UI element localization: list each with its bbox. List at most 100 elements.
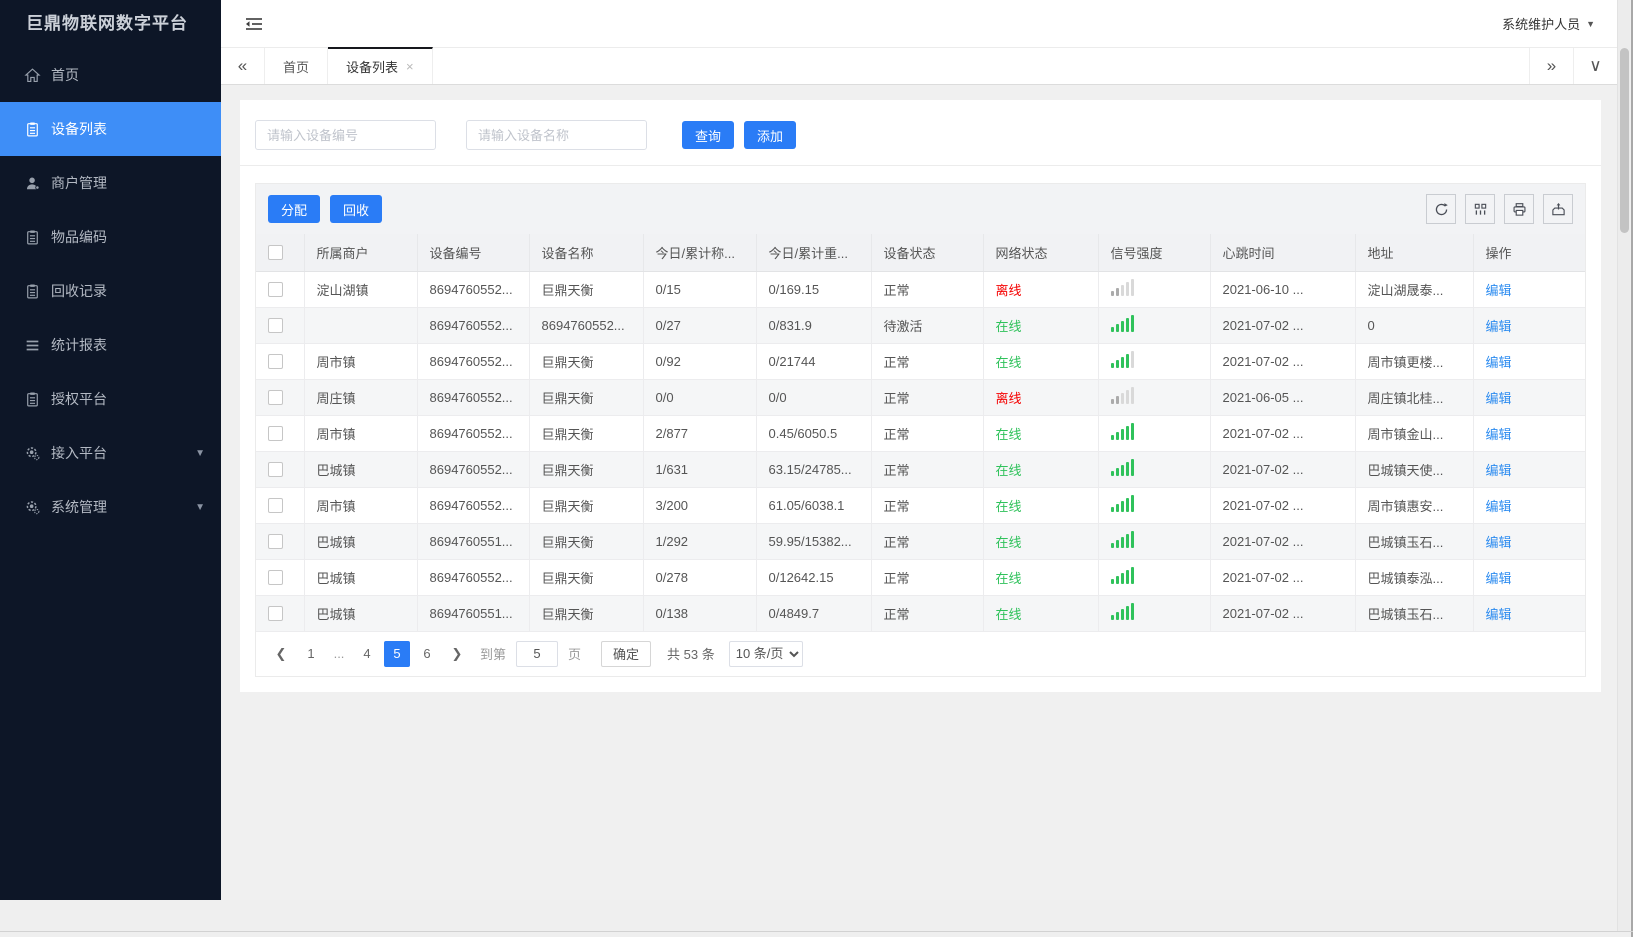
app-title: 巨鼎物联网数字平台	[26, 14, 188, 33]
add-button[interactable]: 添加	[744, 121, 797, 149]
device-no-input[interactable]	[255, 120, 436, 150]
sidebar-item-system-management[interactable]: 系统管理 ▼	[0, 480, 221, 534]
device-name-cell: 巨鼎天衡	[529, 559, 644, 596]
today-weight-cell: 0/21744	[756, 343, 872, 380]
sidebar-item-merchant-management[interactable]: 商户管理	[0, 156, 221, 210]
page-number-6[interactable]: 6	[414, 641, 440, 667]
next-page-button[interactable]: ❯	[444, 641, 470, 667]
filter-row: 查询 添加	[255, 120, 1586, 150]
row-checkbox[interactable]	[268, 462, 283, 478]
today-count-cell: 0/0	[643, 379, 757, 416]
heartbeat-cell: 2021-07-02 ...	[1210, 415, 1356, 452]
table-row: 淀山湖镇 8694760552... 巨鼎天衡 0/15 0/169.15 正常 离线 202…	[256, 271, 1585, 308]
select-all-checkbox[interactable]	[268, 245, 283, 261]
today-count-cell: 3/200	[643, 487, 757, 524]
row-checkbox[interactable]	[268, 354, 283, 370]
signal-strength-cell	[1098, 487, 1211, 524]
actions-cell: 编辑	[1473, 451, 1585, 488]
device-name-input[interactable]	[466, 120, 647, 150]
confirm-jump-button[interactable]: 确定	[601, 640, 652, 667]
edit-link[interactable]: 编辑	[1486, 319, 1512, 334]
tab-home[interactable]: 首页	[265, 48, 329, 84]
heartbeat-cell: 2021-07-02 ...	[1210, 451, 1356, 488]
columns-icon[interactable]	[1465, 194, 1495, 224]
edit-link[interactable]: 编辑	[1486, 355, 1512, 370]
address-cell: 周庄镇北桂...	[1355, 379, 1474, 416]
jump-page-input[interactable]	[516, 640, 559, 667]
actions-cell: 编辑	[1473, 343, 1585, 380]
row-checkbox[interactable]	[268, 534, 283, 550]
today-weight-cell: 59.95/15382...	[756, 523, 872, 560]
row-checkbox[interactable]	[268, 318, 283, 334]
edit-link[interactable]: 编辑	[1486, 535, 1512, 550]
tabs-menu-icon[interactable]: ∨	[1573, 48, 1617, 84]
actions-cell: 编辑	[1473, 487, 1585, 524]
print-icon[interactable]	[1504, 194, 1534, 224]
col-today-weight: 今日/累计重...	[756, 234, 872, 272]
sidebar-item-device-list[interactable]: 设备列表	[0, 102, 221, 156]
recycle-button[interactable]: 回收	[330, 195, 383, 223]
edit-link[interactable]: 编辑	[1486, 283, 1512, 298]
edit-link[interactable]: 编辑	[1486, 499, 1512, 514]
edit-link[interactable]: 编辑	[1486, 427, 1512, 442]
tab-device-list[interactable]: 设备列表 ×	[328, 47, 433, 84]
row-checkbox[interactable]	[268, 498, 283, 514]
page-number-4[interactable]: 4	[354, 641, 380, 667]
today-count-cell: 0/278	[643, 559, 757, 596]
device-status-cell: 正常	[871, 379, 984, 416]
device-status-cell: 正常	[871, 415, 984, 452]
edit-link[interactable]: 编辑	[1486, 463, 1512, 478]
total-count-label: 共 53 条	[667, 647, 715, 662]
col-device-no: 设备编号	[417, 234, 530, 272]
export-icon[interactable]	[1543, 194, 1573, 224]
today-count-cell: 2/877	[643, 415, 757, 452]
sidebar-item-statistics-report[interactable]: 统计报表	[0, 318, 221, 372]
device-no-cell: 8694760551...	[417, 595, 530, 632]
edit-link[interactable]: 编辑	[1486, 571, 1512, 586]
edit-link[interactable]: 编辑	[1486, 607, 1512, 622]
user-menu[interactable]: 系统维护人员 ▼	[1502, 14, 1595, 33]
sidebar-item-authorization-platform[interactable]: 授权平台	[0, 372, 221, 426]
today-weight-cell: 0.45/6050.5	[756, 415, 872, 452]
table-row: 8694760552... 8694760552... 0/27 0/831.9 待激活…	[256, 307, 1585, 344]
close-tab-icon[interactable]: ×	[406, 59, 414, 74]
address-cell: 巴城镇玉石...	[1355, 595, 1474, 632]
row-checkbox[interactable]	[268, 426, 283, 442]
page-number-5[interactable]: 5	[384, 640, 410, 667]
sidebar-item-item-code[interactable]: 物品编码	[0, 210, 221, 264]
page-size-select[interactable]: 10 条/页	[728, 640, 803, 667]
today-weight-cell: 0/12642.15	[756, 559, 872, 596]
merchant-cell: 周市镇	[304, 343, 418, 380]
row-checkbox[interactable]	[268, 570, 283, 586]
scrollbar[interactable]	[1617, 0, 1630, 931]
sidebar-item-recycle-records[interactable]: 回收记录	[0, 264, 221, 318]
sidebar-item-access-platform[interactable]: 接入平台 ▼	[0, 426, 221, 480]
signal-strength-cell	[1098, 271, 1211, 308]
prev-page-button[interactable]: ❮	[268, 641, 294, 667]
refresh-icon[interactable]	[1426, 194, 1456, 224]
row-checkbox[interactable]	[268, 390, 283, 406]
collapse-sidebar-icon[interactable]	[243, 15, 265, 33]
page-number-1[interactable]: 1	[298, 641, 324, 667]
row-checkbox[interactable]	[268, 606, 283, 622]
device-status-cell: 正常	[871, 523, 984, 560]
toolbar-icons	[1426, 194, 1573, 224]
assign-button[interactable]: 分配	[268, 195, 321, 223]
tabs-scroll-left-icon[interactable]: «	[221, 48, 265, 84]
heartbeat-cell: 2021-07-02 ...	[1210, 595, 1356, 632]
tabs-scroll-right-icon[interactable]: »	[1529, 48, 1573, 84]
query-button[interactable]: 查询	[682, 121, 735, 149]
col-address: 地址	[1355, 234, 1474, 272]
address-cell: 周市镇惠安...	[1355, 487, 1474, 524]
row-checkbox[interactable]	[268, 282, 283, 298]
sidebar-item-home[interactable]: 首页	[0, 48, 221, 102]
merchant-cell: 周庄镇	[304, 379, 418, 416]
caret-down-icon: ▼	[1586, 18, 1595, 29]
network-status-cell: 在线	[983, 343, 1099, 380]
signal-strength-cell	[1098, 523, 1211, 560]
scrollbar-thumb[interactable]	[1620, 48, 1629, 233]
edit-link[interactable]: 编辑	[1486, 391, 1512, 406]
network-status-cell: 在线	[983, 451, 1099, 488]
content-area: 查询 添加 分配 回收	[221, 85, 1617, 900]
col-merchant: 所属商户	[304, 234, 418, 272]
